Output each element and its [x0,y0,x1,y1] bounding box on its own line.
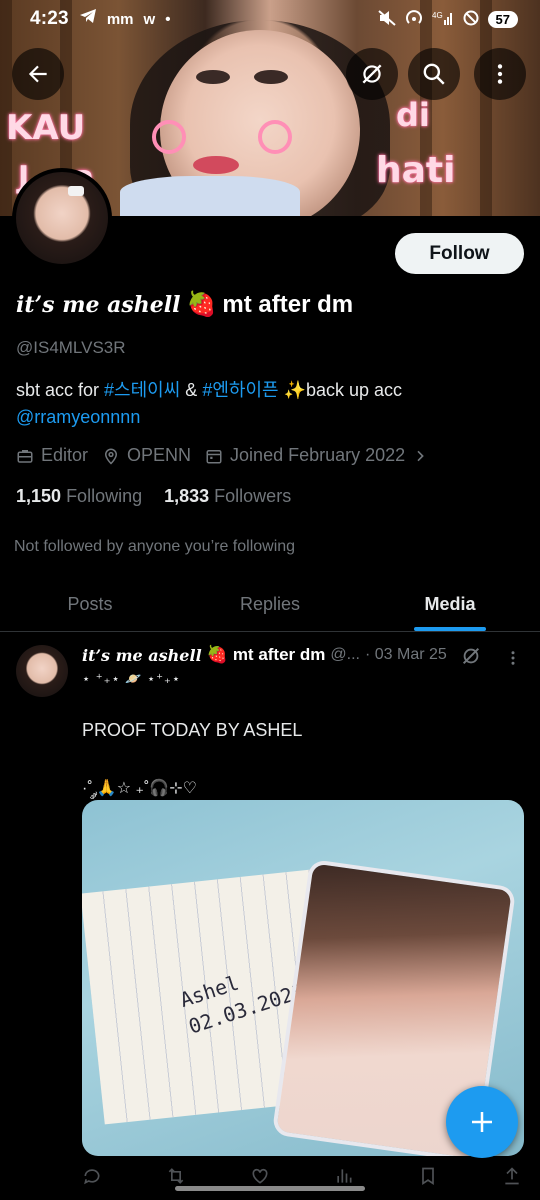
status-app-icon: w [143,10,156,28]
banner-word: KAU [6,108,86,148]
joined-date[interactable]: Joined February 2022 [205,445,428,466]
status-app-icon: mm [106,10,134,28]
post-author-script[interactable]: it’s me ashell [82,646,202,665]
status-time: 4:23 [30,8,69,29]
bookmark-icon[interactable] [418,1166,438,1186]
active-tab-indicator [414,627,486,631]
profile-bio: sbt acc for #스테이씨 & #엔하이픈 ✨back up acc @… [16,377,526,431]
followers-link[interactable]: 1,833 Followers [164,486,291,507]
following-link[interactable]: 1,150 Following [16,486,142,507]
following-count: 1,150 [16,486,62,506]
bio-mention[interactable]: @rramyeonnnn [16,407,140,427]
grok-button[interactable] [346,48,398,100]
location-text: OPENN [127,445,192,465]
avatar-hair-bow [68,186,84,196]
chevron-right-icon [417,450,424,461]
post-decoration: ⋆ ⁺₊⋆ 🪐 ⋆⁺₊⋆ [82,671,182,686]
followers-count: 1,833 [164,486,210,506]
do-not-disturb-icon [463,10,479,29]
bio-text: sbt acc for [16,380,105,400]
bio-text: & [180,380,203,400]
following-label: Following [66,486,143,506]
occupation: Editor [16,445,88,466]
status-dot: • [165,10,171,28]
profile-display-name: it’s me ashell 🍓 mt after dm [16,290,353,319]
grok-post-button[interactable] [460,645,482,672]
banner-blush-right [258,120,292,154]
compose-post-button[interactable] [446,1086,518,1158]
banner-eye-left [196,70,230,84]
more-vertical-icon [511,651,515,665]
post-avatar[interactable] [16,645,68,697]
svg-text:4G: 4G [432,11,443,20]
post-more-button[interactable] [504,648,522,674]
post-text: PROOF TODAY BY ASHEL [82,720,303,740]
like-icon[interactable] [250,1166,270,1186]
tab-label: Posts [67,594,113,614]
profile-avatar[interactable] [12,168,112,268]
tab-label: Media [424,594,476,614]
joined-text: Joined February 2022 [230,445,406,465]
mute-icon [377,9,396,29]
display-name-script: it’s me ashell [16,291,181,318]
tab-posts[interactable]: Posts [0,578,180,631]
bio-hashtag[interactable]: #스테이씨 [104,380,180,400]
profile-tabs: Posts Replies Media [0,578,540,632]
more-vertical-icon [497,64,503,84]
strawberry-emoji: 🍓 [186,291,217,318]
follow-button[interactable]: Follow [395,233,524,274]
location: OPENN [102,445,191,466]
banner-eye-right [254,70,288,84]
signal-4g-icon: 4G [432,10,454,29]
profile-meta: Editor OPENN Joined February 2022 [16,445,428,466]
hotspot-icon [405,9,423,29]
bio-text: ✨back up acc [278,380,403,400]
not-followed-notice: Not followed by anyone you’re following [14,538,296,555]
tab-replies[interactable]: Replies [180,578,360,631]
repost-icon[interactable] [166,1166,186,1186]
post-header: it’s me ashell 🍓 mt after dm @... · 03 M… [82,645,522,665]
occupation-text: Editor [41,445,89,465]
profile-handle: @IS4MLVS3R [16,338,126,357]
share-icon[interactable] [502,1166,522,1186]
followers-label: Followers [214,486,292,506]
arrow-left-icon [28,65,47,83]
back-button[interactable] [12,48,64,100]
post-date[interactable]: · 03 Mar 25 [365,646,447,664]
banner-word: di [396,96,430,134]
grok-icon [362,64,382,84]
grok-icon [462,647,480,665]
handwritten-note: Ashel 02.03.2025 [176,950,308,1040]
tab-media[interactable]: Media [360,578,540,631]
banner-lips [193,156,239,174]
more-options-button[interactable] [474,48,526,100]
banner-shirt [120,176,300,216]
telegram-icon [79,8,97,30]
home-indicator[interactable] [175,1186,365,1191]
bio-hashtag[interactable]: #엔하이픈 [202,380,278,400]
banner-word: hati [376,150,456,191]
banner-blush-left [152,120,186,154]
display-name-text: mt after dm [222,290,354,318]
follow-counts: 1,150 Following 1,833 Followers [16,486,291,507]
plus-icon [472,1112,492,1132]
post-author-name[interactable]: mt after dm [233,645,326,665]
strawberry-emoji: 🍓 [206,645,228,664]
briefcase-icon [17,449,33,463]
tab-label: Replies [239,594,301,614]
views-icon[interactable] [334,1166,354,1186]
post-actions [82,1166,522,1186]
battery-indicator: 57 [487,10,518,28]
location-pin-icon [105,448,118,465]
search-button[interactable] [408,48,460,100]
reply-icon[interactable] [82,1166,102,1186]
status-bar: 4:23 mm w • 4G 57 [0,0,540,38]
post-author-handle: @... [330,646,360,663]
calendar-icon [206,449,222,463]
search-icon [423,63,445,85]
